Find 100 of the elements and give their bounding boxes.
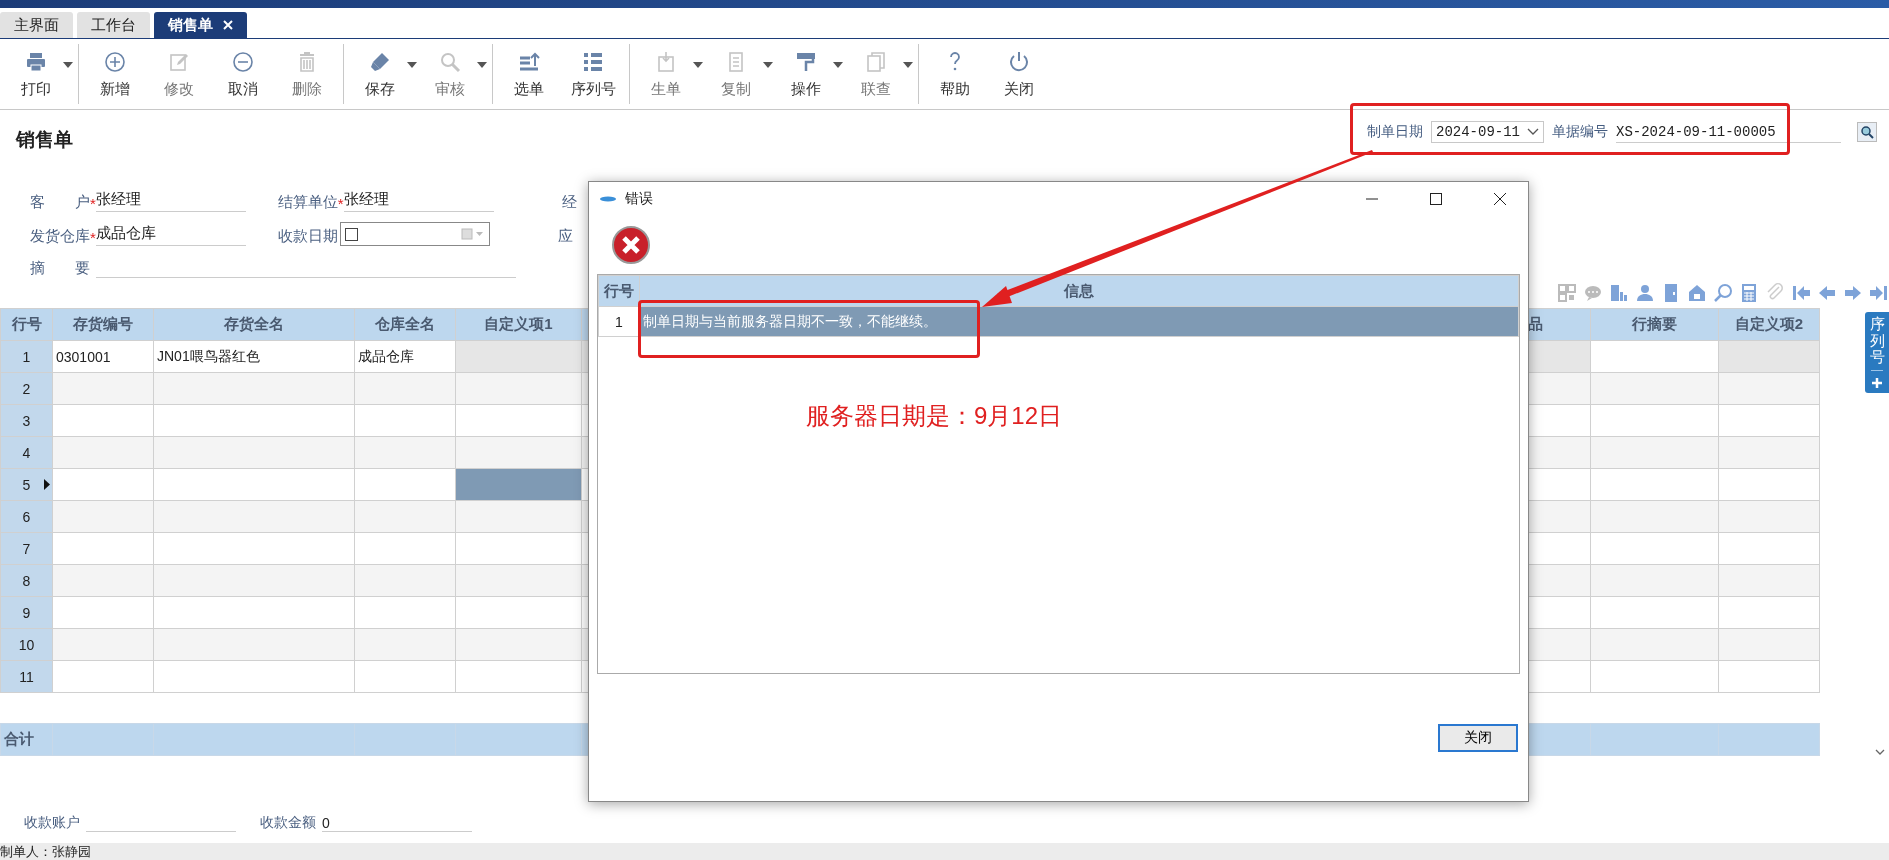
field-label: 结算单位 — [277, 193, 338, 212]
search-icon[interactable] — [1713, 283, 1733, 303]
chevron-down-icon — [1527, 128, 1539, 136]
input-field[interactable] — [96, 275, 516, 278]
first-icon[interactable] — [1791, 283, 1811, 303]
row-pointer-icon — [44, 479, 50, 490]
minus-circle-icon — [231, 49, 255, 74]
last-icon[interactable] — [1869, 283, 1889, 303]
row-number: 4 — [0, 436, 53, 469]
tab[interactable]: 销售单 — [154, 12, 247, 38]
paperclip-icon[interactable] — [1765, 283, 1785, 303]
row-number: 7 — [0, 532, 53, 565]
field-label: 收款日期 — [277, 227, 338, 246]
field-label: 摘 要 — [30, 259, 90, 278]
plus-icon[interactable] — [1871, 369, 1883, 389]
total-label: 合计 — [0, 723, 53, 756]
input-field[interactable]: 张经理 — [343, 190, 494, 212]
tab[interactable]: 主界面 — [0, 12, 73, 38]
chevron-down-icon[interactable] — [1875, 748, 1885, 756]
required-mark: * — [337, 195, 344, 212]
column-header: 仓库全名 — [354, 308, 456, 341]
annotation-note: 服务器日期是：9月12日 — [806, 401, 1063, 431]
dialog-title: 错误 — [625, 190, 653, 208]
toolbar-button[interactable]: 打印 — [4, 45, 68, 103]
field-label: 收款账户 — [24, 814, 80, 832]
number-label: 单据编号 — [1552, 123, 1608, 141]
row-number: 3 — [0, 404, 53, 437]
calendar-icon[interactable] — [460, 228, 485, 240]
table-cell: 0301001 — [52, 340, 154, 373]
dropdown-caret-icon[interactable] — [476, 61, 488, 69]
close-icon[interactable] — [1494, 193, 1506, 205]
building-icon[interactable] — [1609, 283, 1629, 303]
input-field[interactable]: 成品仓库 — [95, 224, 246, 246]
toolbar-button[interactable]: 新增 — [83, 45, 147, 103]
number-field[interactable]: XS-2024-09-11-00005 — [1616, 121, 1841, 143]
field-label: 应 — [557, 227, 573, 246]
input-field[interactable]: 张经理 — [95, 190, 246, 212]
search-button[interactable] — [1857, 122, 1877, 142]
side-tab[interactable]: 序列号 — [1865, 312, 1889, 393]
back-arrow-icon[interactable] — [1817, 283, 1837, 303]
status-bar: 制单人：张静园 — [0, 843, 1889, 860]
row-number: 9 — [0, 596, 53, 629]
chat-bubble-icon[interactable] — [1583, 283, 1603, 303]
toolbar-button[interactable]: 序列号 — [561, 45, 625, 103]
maximize-icon[interactable] — [1430, 193, 1442, 205]
side-tab-label[interactable]: 序列号 — [1869, 316, 1885, 370]
calculator-icon[interactable] — [1739, 283, 1759, 303]
column-header: 存货全名 — [153, 308, 355, 341]
column-header: 行号 — [598, 275, 640, 307]
row-number: 2 — [0, 372, 53, 405]
column-header: 自定义项1 — [455, 308, 582, 341]
toolbar-button[interactable]: 关闭 — [987, 45, 1051, 103]
date-label: 制单日期 — [1367, 123, 1423, 141]
required-mark: * — [90, 229, 96, 246]
error-icon — [611, 225, 651, 265]
row-number: 6 — [0, 500, 53, 533]
row-number: 1 — [0, 340, 53, 373]
dropdown-caret-icon[interactable] — [406, 61, 418, 69]
column-header: 存货编号 — [52, 308, 154, 341]
app-logo-icon — [599, 196, 617, 202]
tab[interactable]: 工作台 — [77, 12, 150, 38]
close-button[interactable]: 关闭 — [1438, 723, 1518, 752]
table-cell: 成品仓库 — [354, 340, 456, 373]
input-field[interactable]: 0 — [322, 815, 472, 832]
selected-cell[interactable] — [455, 468, 582, 501]
qr-code-icon[interactable] — [1557, 283, 1577, 303]
dropdown-caret-icon[interactable] — [692, 61, 704, 69]
plus-circle-icon — [103, 49, 127, 74]
column-header: 信息 — [639, 275, 1519, 307]
column-header: 自定义项2 — [1718, 308, 1820, 341]
dropdown-caret-icon[interactable] — [902, 61, 914, 69]
field-label: 收款金额 — [260, 814, 316, 832]
dropdown-caret-icon[interactable] — [762, 61, 774, 69]
row-number: 11 — [0, 660, 53, 693]
toolbar-button[interactable]: 操作 — [774, 45, 838, 103]
row-number: 5 — [0, 468, 53, 501]
row-number: 8 — [0, 564, 53, 597]
date-dropdown[interactable]: 2024-09-11 — [1431, 121, 1544, 143]
toolbar-button[interactable]: 取消 — [211, 45, 275, 103]
toolbar-button[interactable]: 帮助 — [923, 45, 987, 103]
field-label: 发货仓库 — [30, 227, 90, 246]
field-label: 经 — [561, 193, 577, 212]
dropdown-caret-icon[interactable] — [62, 61, 74, 69]
table-cell: JN01喂鸟器红色 — [153, 340, 355, 373]
forward-arrow-icon[interactable] — [1843, 283, 1863, 303]
dropdown-caret-icon[interactable] — [832, 61, 844, 69]
documents-icon — [864, 49, 888, 74]
column-header: 行摘要 — [1590, 308, 1719, 341]
required-mark: * — [90, 195, 96, 212]
power-icon — [1007, 49, 1031, 74]
toolbar-button[interactable]: 选单 — [497, 45, 561, 103]
row-number: 10 — [0, 628, 53, 661]
column-header: 行号 — [0, 308, 53, 341]
toolbar-button[interactable]: 保存 — [348, 45, 412, 103]
house-icon[interactable] — [1687, 283, 1707, 303]
user-icon[interactable] — [1635, 283, 1655, 303]
field-label: 客 户 — [30, 193, 90, 212]
date-field[interactable] — [339, 222, 490, 246]
checkbox[interactable] — [344, 227, 358, 241]
page-title: 销售单 — [16, 128, 73, 152]
